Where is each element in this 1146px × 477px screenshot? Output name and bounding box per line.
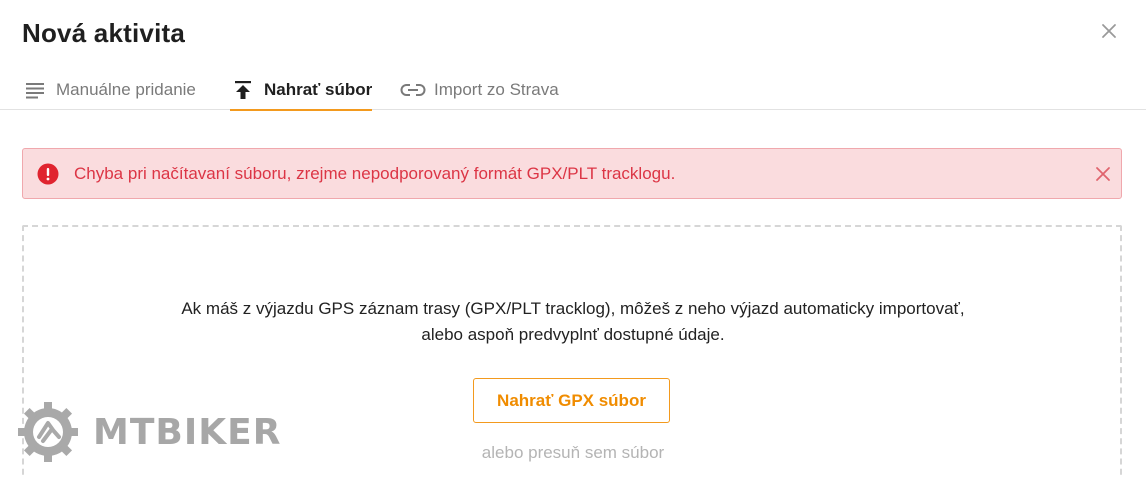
alert-message: Chyba pri načítavaní súboru, zrejme nepo… [74, 164, 676, 183]
tab-strava-import[interactable]: Import zo Strava [400, 70, 559, 110]
close-icon [1102, 24, 1116, 38]
dropzone-line-2: alebo aspoň predvyplnť dostupné údaje. [421, 325, 725, 344]
error-icon [37, 163, 59, 185]
error-alert: Chyba pri načítavaní súboru, zrejme nepo… [22, 148, 1122, 199]
upload-gpx-button[interactable]: Nahrať GPX súbor [473, 378, 670, 423]
tab-label: Nahrať súbor [264, 80, 373, 99]
link-icon [400, 78, 426, 102]
dropzone-line-1: Ak máš z výjazdu GPS záznam trasy (GPX/P… [181, 299, 965, 318]
dismiss-alert-button[interactable] [1095, 166, 1111, 182]
dropzone-description: Ak máš z výjazdu GPS záznam trasy (GPX/P… [0, 296, 1146, 348]
modal-title: Nová aktivita [22, 18, 186, 48]
close-modal-button[interactable] [1100, 22, 1118, 40]
tab-label: Import zo Strava [434, 80, 559, 99]
tab-bar: Manuálne pridanie Nahrať súbor Import zo… [0, 70, 1146, 111]
watermark-text: MTBIKER [93, 411, 282, 453]
mtbiker-watermark: MTBIKER [15, 399, 281, 465]
tab-label: Manuálne pridanie [56, 80, 196, 99]
close-icon [1096, 167, 1110, 181]
tab-upload[interactable]: Nahrať súbor [230, 70, 373, 111]
upload-icon [230, 78, 256, 102]
tab-manual[interactable]: Manuálne pridanie [22, 70, 196, 110]
gear-logo-icon [18, 402, 78, 462]
list-icon [22, 78, 48, 102]
